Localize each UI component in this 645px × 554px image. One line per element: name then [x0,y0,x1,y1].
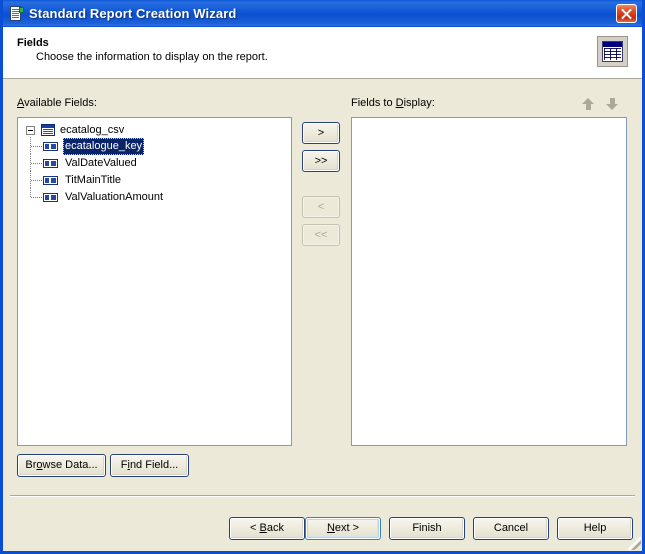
finish-button[interactable]: Finish [389,517,465,540]
available-label-rest: vailable Fields: [24,97,97,109]
back-pre: < [250,522,259,534]
header-text-group: Fields Choose the information to display… [17,35,597,63]
tree-field-node[interactable]: ValValuationAmount [18,189,291,206]
fields-to-display-list[interactable] [351,117,627,446]
display-label-pre: Fields to [351,97,396,109]
field-label-valdatevalued[interactable]: ValDateValued [63,155,139,172]
arrow-up-stem [586,103,591,110]
report-document-icon [8,6,24,22]
back-accesskey: B [260,522,267,534]
find-field-button[interactable]: Find Field... [110,454,189,477]
tree-line-horizontal [31,180,42,181]
field-label-titmaintitle[interactable]: TitMainTitle [63,172,123,189]
table-icon [41,124,55,136]
available-fields-tree[interactable]: ecatalog_csv ecatalogue_key ValDateValue… [17,117,292,446]
next-post: ext > [335,522,359,534]
fields-to-display-label: Fields to Display: [351,97,435,109]
add-all-fields-button[interactable]: >> [302,150,340,172]
back-button[interactable]: < Back [229,517,305,540]
field-label-valvaluationamount[interactable]: ValValuationAmount [63,189,165,206]
doc-green-tab-shape [19,7,24,13]
cancel-button[interactable]: Cancel [473,517,549,540]
close-icon[interactable] [616,4,637,23]
remove-field-label: < [318,201,324,213]
display-label-rest: isplay: [404,97,435,109]
field-icon [43,176,58,185]
grid-sheet-shape [602,41,623,62]
tree-line-horizontal [31,146,42,147]
back-post: ack [267,522,284,534]
wizard-body: Available Fields: ecatalog_csv ecatalogu… [3,80,642,551]
find-post: nd Field... [130,459,178,471]
tree-line-horizontal [31,197,42,198]
remove-all-fields-button[interactable]: << [302,224,340,246]
collapse-icon[interactable] [26,126,35,135]
tree-field-node[interactable]: TitMainTitle [18,172,291,189]
remove-all-fields-label: << [315,229,328,241]
tree-field-node[interactable]: ValDateValued [18,155,291,172]
window-title: Standard Report Creation Wizard [29,6,616,21]
field-tree: ecatalog_csv ecatalogue_key ValDateValue… [18,118,291,206]
browse-data-button[interactable]: Browse Data... [17,454,106,477]
resize-grip[interactable] [628,537,641,550]
next-accesskey: N [327,522,335,534]
add-field-button[interactable]: > [302,122,340,144]
field-icon [43,142,58,151]
browse-post: wse Data... [43,459,98,471]
doc-lines-shape [12,9,19,18]
available-fields-label: Available Fields: [17,97,97,109]
arrow-down-head [606,104,618,110]
help-label: Help [584,522,607,534]
tree-line-horizontal [31,163,42,164]
arrow-down-icon[interactable] [606,97,619,111]
finish-label: Finish [412,522,441,534]
browse-pre: Br [25,459,36,471]
field-label-ecatalogue-key[interactable]: ecatalogue_key [63,138,144,155]
wizard-header: Fields Choose the information to display… [3,27,642,79]
help-button[interactable]: Help [557,517,633,540]
tree-root-label: ecatalog_csv [60,122,124,138]
page-title: Fields [17,37,597,49]
wizard-window: Standard Report Creation Wizard Fields C… [0,0,645,554]
field-icon [43,193,58,202]
grid-header-bar [603,42,622,47]
arrow-up-icon[interactable] [582,97,595,111]
title-bar[interactable]: Standard Report Creation Wizard [3,0,642,27]
page-subtitle: Choose the information to display on the… [36,51,597,63]
tree-line-vertical [30,188,31,197]
remove-field-button[interactable]: < [302,196,340,218]
tree-root-node[interactable]: ecatalog_csv [18,122,291,138]
add-all-fields-label: >> [315,155,328,167]
grid-rows-shape [604,48,621,60]
footer-divider [10,495,635,497]
tree-field-node[interactable]: ecatalogue_key [18,138,291,155]
add-field-label: > [318,127,324,139]
report-grid-icon [597,36,628,67]
next-button[interactable]: Next > [305,517,381,540]
display-accesskey: D [396,97,404,109]
field-icon [43,159,58,168]
cancel-label: Cancel [494,522,528,534]
